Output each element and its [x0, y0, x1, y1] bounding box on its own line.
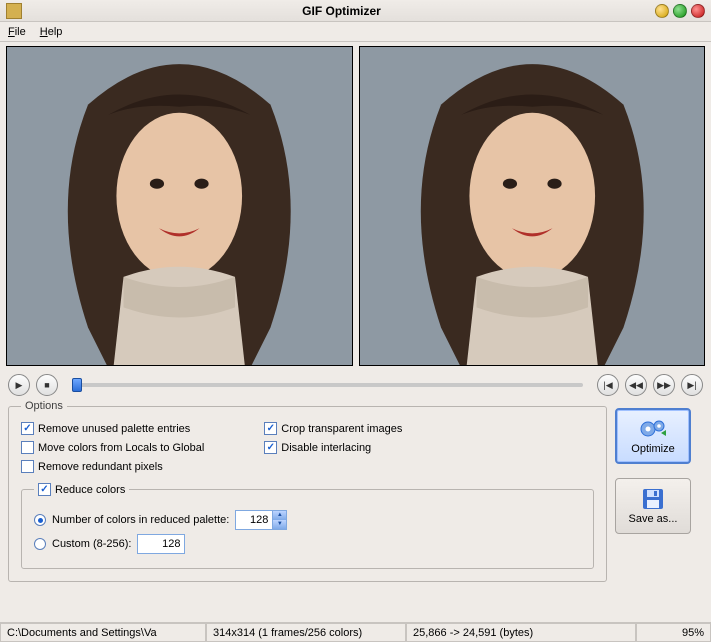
window-title: GIF Optimizer [28, 4, 655, 18]
chk-remove-redundant[interactable]: Remove redundant pixels [21, 460, 204, 473]
radio-icon [34, 514, 46, 526]
first-frame-button[interactable]: |◀ [597, 374, 619, 396]
save-as-label: Save as... [629, 513, 678, 525]
status-path: C:\Documents and Settings\Va [0, 623, 206, 642]
spinner-icon[interactable]: ▲▼ [272, 511, 286, 529]
status-percent: 95% [636, 623, 711, 642]
frame-slider[interactable] [72, 383, 583, 387]
status-dimensions: 314x314 (1 frames/256 colors) [206, 623, 406, 642]
gears-icon [639, 417, 667, 441]
chk-remove-unused[interactable]: ✓ Remove unused palette entries [21, 422, 204, 435]
floppy-icon [640, 487, 666, 511]
reduce-colors-group: ✓ Reduce colors Number of colors in redu… [21, 483, 594, 569]
optimize-label: Optimize [631, 443, 674, 455]
statusbar: C:\Documents and Settings\Va 314x314 (1 … [0, 622, 711, 642]
action-column: Optimize Save as... [615, 400, 703, 582]
slider-thumb[interactable] [72, 378, 82, 392]
play-button[interactable]: ▶ [8, 374, 30, 396]
app-icon [6, 3, 22, 19]
options-column: Options ✓ Remove unused palette entries … [8, 400, 607, 582]
preview-row [0, 42, 711, 370]
main-row: Options ✓ Remove unused palette entries … [0, 400, 711, 582]
menubar: File Help [0, 22, 711, 42]
radio-icon [34, 538, 46, 550]
radio-num-colors[interactable]: Number of colors in reduced palette: 128… [34, 510, 581, 530]
playback-controls: ▶ ■ |◀ ◀◀ ▶▶ ▶| [0, 370, 711, 400]
checkbox-icon [21, 460, 34, 473]
chk-label: Move colors from Locals to Global [38, 442, 204, 454]
checkbox-icon: ✓ [21, 422, 34, 435]
window-controls [655, 4, 705, 18]
radio-label: Number of colors in reduced palette: [52, 514, 229, 526]
num-colors-value: 128 [236, 514, 272, 526]
status-bytes: 25,866 -> 24,591 (bytes) [406, 623, 636, 642]
reduce-legend-label: Reduce colors [55, 484, 125, 496]
reduce-legend[interactable]: ✓ Reduce colors [34, 483, 129, 496]
chk-label: Crop transparent images [281, 423, 402, 435]
last-frame-button[interactable]: ▶| [681, 374, 703, 396]
maximize-button[interactable] [673, 4, 687, 18]
next-frame-button[interactable]: ▶▶ [653, 374, 675, 396]
close-button[interactable] [691, 4, 705, 18]
stop-button[interactable]: ■ [36, 374, 58, 396]
radio-custom[interactable]: Custom (8-256): 128 [34, 534, 581, 554]
checkbox-icon [21, 441, 34, 454]
checkbox-icon: ✓ [264, 422, 277, 435]
preview-original [6, 46, 353, 366]
chk-crop-transparent[interactable]: ✓ Crop transparent images [264, 422, 402, 435]
save-as-button[interactable]: Save as... [615, 478, 691, 534]
minimize-button[interactable] [655, 4, 669, 18]
options-group: Options ✓ Remove unused palette entries … [8, 400, 607, 582]
chk-move-colors[interactable]: Move colors from Locals to Global [21, 441, 204, 454]
optimize-button[interactable]: Optimize [615, 408, 691, 464]
num-colors-field[interactable]: 128 ▲▼ [235, 510, 287, 530]
chk-label: Remove redundant pixels [38, 461, 163, 473]
preview-optimized [359, 46, 706, 366]
checkbox-icon: ✓ [38, 483, 51, 496]
custom-value: 128 [138, 538, 184, 550]
options-legend: Options [21, 400, 67, 412]
chk-label: Disable interlacing [281, 442, 371, 454]
chk-disable-interlacing[interactable]: ✓ Disable interlacing [264, 441, 402, 454]
radio-label: Custom (8-256): [52, 538, 131, 550]
menu-help[interactable]: Help [40, 26, 63, 38]
menu-file[interactable]: File [8, 26, 26, 38]
titlebar: GIF Optimizer [0, 0, 711, 22]
chk-label: Remove unused palette entries [38, 423, 190, 435]
custom-field[interactable]: 128 [137, 534, 185, 554]
checkbox-icon: ✓ [264, 441, 277, 454]
prev-frame-button[interactable]: ◀◀ [625, 374, 647, 396]
